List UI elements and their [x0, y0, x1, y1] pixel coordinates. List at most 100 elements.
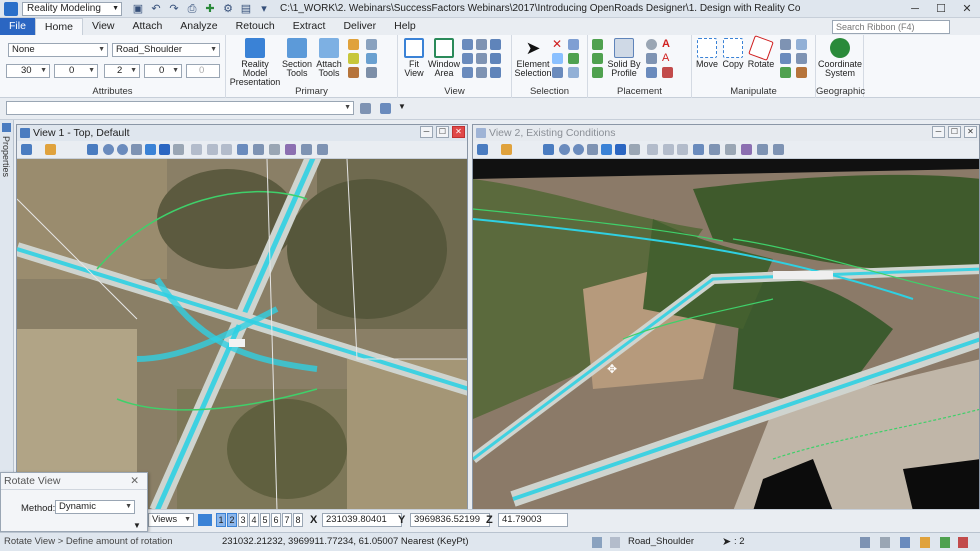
solids-by-profile-button[interactable]: Solid By Profile	[606, 38, 642, 78]
line-icon[interactable]	[592, 39, 603, 50]
view-level-icon[interactable]	[301, 144, 312, 155]
style-select[interactable]: 0 ▼	[54, 64, 98, 78]
sphere-icon[interactable]	[646, 39, 657, 50]
element-selection-button[interactable]: ➤ Element Selection	[514, 38, 552, 78]
paint-icon[interactable]	[348, 67, 359, 78]
qa-dropdown-icon[interactable]: ▾	[258, 3, 270, 15]
priority-select[interactable]: 0	[186, 64, 220, 78]
status-icon-6[interactable]	[958, 537, 968, 548]
view-2-walk-icon[interactable]	[647, 144, 658, 155]
undo-icon[interactable]: ↶	[150, 3, 162, 15]
polyline-icon[interactable]	[592, 53, 603, 64]
view-button-7[interactable]: 7	[282, 513, 292, 527]
section-tools-button[interactable]: Section Tools	[282, 38, 312, 78]
walk-view-icon[interactable]	[191, 144, 202, 155]
fit-view-button[interactable]: Fit View	[400, 38, 428, 78]
settings-icon[interactable]: ⚙	[222, 3, 234, 15]
rotate-view-close-icon[interactable]: ✕	[130, 473, 139, 490]
zoom-in-icon[interactable]	[462, 39, 473, 50]
text-icon[interactable]: A	[662, 39, 673, 50]
view-2-minimize-icon[interactable]: ─	[932, 126, 945, 138]
tab-deliver[interactable]: Deliver	[334, 18, 385, 35]
tool-icon-1[interactable]	[360, 103, 371, 114]
status-icon-1[interactable]	[860, 537, 870, 548]
toolrow-dropdown-icon[interactable]: ▼	[398, 102, 406, 111]
window-area-view-icon[interactable]	[131, 144, 142, 155]
cell-icon[interactable]	[646, 67, 657, 78]
view-2-rotate-icon[interactable]	[615, 144, 626, 155]
select-level-icon[interactable]	[568, 53, 579, 64]
array-icon[interactable]	[780, 53, 791, 64]
rotate-button[interactable]: Rotate	[746, 35, 776, 69]
view-groups-icon[interactable]	[198, 514, 212, 526]
status-icon-3[interactable]	[900, 537, 910, 548]
zoom-out-view-icon[interactable]	[117, 144, 128, 155]
delete-icon[interactable]: ✕	[552, 38, 563, 50]
tool-icon-2[interactable]	[380, 103, 391, 114]
view-button-1[interactable]: 1	[216, 513, 226, 527]
view-2-attributes-icon[interactable]	[477, 144, 488, 155]
window-area-button[interactable]: Window Area	[428, 38, 460, 78]
y-coordinate-field[interactable]: 3969836.52199	[410, 513, 490, 527]
pan-icon[interactable]	[462, 67, 473, 78]
tab-retouch[interactable]: Retouch	[227, 18, 284, 35]
view-2-close-icon[interactable]: ✕	[964, 126, 977, 138]
properties-icon[interactable]	[2, 123, 11, 132]
view-2-clip-icon[interactable]	[709, 144, 720, 155]
view-2-settings-icon[interactable]	[773, 144, 784, 155]
close-icon[interactable]: ✕	[954, 0, 980, 18]
status-level-icon[interactable]	[610, 537, 620, 548]
method-select[interactable]: Dynamic ▼	[55, 500, 135, 514]
properties-strip[interactable]: Properties	[0, 120, 14, 532]
lock-icon[interactable]	[348, 53, 359, 64]
x-coordinate-field[interactable]: 231039.80401	[322, 513, 402, 527]
view-1[interactable]: View 1 - Top, Default ─ ☐ ✕	[16, 124, 468, 510]
clip-icon[interactable]	[490, 53, 501, 64]
key-in-field[interactable]: ▼	[6, 101, 354, 115]
zoom-out-icon[interactable]	[462, 53, 473, 64]
view-button-3[interactable]: 3	[238, 513, 248, 527]
view-1-maximize-icon[interactable]: ☐	[436, 126, 449, 138]
reality-model-button[interactable]: Reality Model Presentation	[228, 38, 282, 87]
tab-attach[interactable]: Attach	[124, 18, 172, 35]
shape-icon[interactable]	[592, 67, 603, 78]
view-button-8[interactable]: 8	[293, 513, 303, 527]
rotate-view-icon[interactable]	[159, 144, 170, 155]
walk-icon[interactable]	[476, 67, 487, 78]
view-2-maximize-icon[interactable]: ☐	[948, 126, 961, 138]
color-select[interactable]: 30 ▼	[6, 64, 50, 78]
zoom-in-view-icon[interactable]	[103, 144, 114, 155]
view-1-minimize-icon[interactable]: ─	[420, 126, 433, 138]
display-set-icon[interactable]	[285, 144, 296, 155]
weight-select[interactable]: 2 ▼	[104, 64, 140, 78]
print-icon[interactable]: ⎙	[186, 3, 198, 15]
camera-view-icon[interactable]	[269, 144, 280, 155]
display-style-icon[interactable]	[45, 144, 56, 155]
view-2-rotation-icon[interactable]	[693, 144, 704, 155]
redo-icon[interactable]: ↷	[168, 3, 180, 15]
view-2-zoom-in-icon[interactable]	[559, 144, 570, 155]
view-2-pan-icon[interactable]	[629, 144, 640, 155]
view-settings-icon[interactable]	[317, 144, 328, 155]
coordinate-system-button[interactable]: Coordinate System	[818, 38, 862, 78]
cylinder-icon[interactable]	[490, 39, 501, 50]
view-2-display-set-icon[interactable]	[741, 144, 752, 155]
tab-view[interactable]: View	[83, 18, 124, 35]
tab-help[interactable]: Help	[385, 18, 425, 35]
grid-icon[interactable]	[366, 39, 377, 50]
tab-analyze[interactable]: Analyze	[171, 18, 226, 35]
maximize-icon[interactable]: ☐	[928, 0, 954, 18]
status-icon-4[interactable]	[920, 537, 930, 548]
pin-icon[interactable]: ✚	[204, 3, 216, 15]
next-view-icon[interactable]	[221, 144, 232, 155]
update-icon[interactable]	[87, 144, 98, 155]
z-coordinate-field[interactable]: 41.79003	[498, 513, 568, 527]
view-2-display-style-icon[interactable]	[501, 144, 512, 155]
view-2-previous-icon[interactable]	[663, 144, 674, 155]
modify-icon[interactable]	[780, 67, 791, 78]
scale-icon[interactable]	[780, 39, 791, 50]
minimize-icon[interactable]: ─	[902, 0, 928, 18]
transparency-select[interactable]: 0 ▼	[144, 64, 182, 78]
table-icon[interactable]	[366, 67, 377, 78]
dimension-icon[interactable]: A	[662, 53, 673, 64]
